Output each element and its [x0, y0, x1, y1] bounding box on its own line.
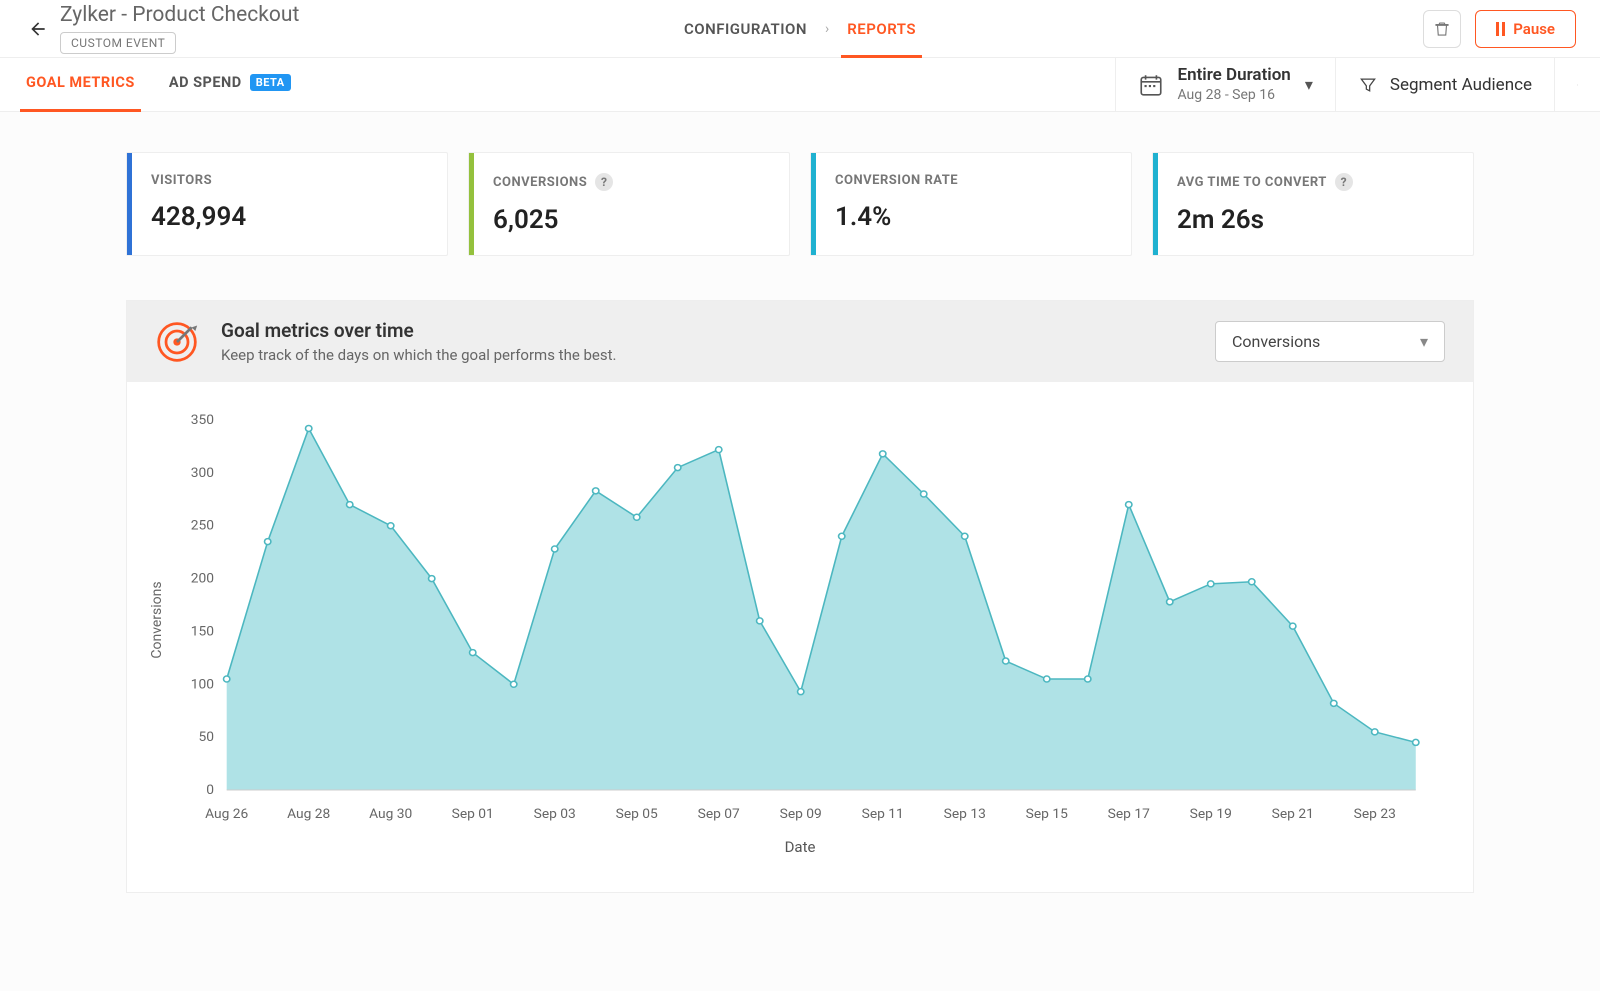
chart-subtitle: Keep track of the days on which the goal… [221, 346, 617, 364]
svg-text:Sep 09: Sep 09 [780, 807, 822, 822]
date-range-picker[interactable]: Entire Duration Aug 28 - Sep 16 ▾ [1115, 58, 1335, 111]
svg-text:150: 150 [191, 625, 214, 640]
kpi-conversions-value: 6,025 [493, 205, 765, 235]
page-title: Zylker - Product Checkout [60, 3, 299, 28]
tab-reports[interactable]: REPORTS [841, 0, 922, 57]
help-icon[interactable]: ? [595, 173, 613, 191]
svg-text:Aug 28: Aug 28 [287, 807, 330, 822]
subheader-right: Entire Duration Aug 28 - Sep 16 ▾ Segmen… [1115, 58, 1600, 111]
subtab-ad-spend-label: AD SPEND [169, 74, 242, 91]
svg-text:Sep 21: Sep 21 [1272, 807, 1314, 822]
back-arrow-button[interactable] [24, 15, 52, 43]
subtabs: GOAL METRICS AD SPEND BETA [0, 58, 323, 111]
date-text: Entire Duration Aug 28 - Sep 16 [1178, 65, 1291, 104]
caret-down-icon: ▾ [1420, 332, 1428, 351]
chart-header: Goal metrics over time Keep track of the… [127, 301, 1473, 382]
target-icon [155, 320, 199, 364]
chart-area: Conversions 050100150200250300350Aug 26A… [163, 410, 1437, 830]
kpi-avgtime-value: 2m 26s [1177, 205, 1449, 235]
subtab-goal-metrics[interactable]: GOAL METRICS [24, 58, 137, 111]
kpi-avgtime-label: AVG TIME TO CONVERT [1177, 175, 1327, 190]
kpi-conversion-rate: CONVERSION RATE 1.4% [810, 152, 1132, 256]
kpi-rate-value: 1.4% [835, 202, 1107, 232]
kpi-visitors-label: VISITORS [151, 173, 212, 188]
svg-text:Sep 03: Sep 03 [534, 807, 576, 822]
svg-text:50: 50 [198, 730, 214, 745]
date-range: Aug 28 - Sep 16 [1178, 87, 1291, 104]
trash-icon [1433, 20, 1451, 38]
svg-text:Sep 13: Sep 13 [944, 807, 986, 822]
content: VISITORS 428,994 CONVERSIONS? 6,025 CONV… [0, 112, 1600, 991]
svg-text:Sep 23: Sep 23 [1354, 807, 1396, 822]
svg-text:Aug 26: Aug 26 [205, 807, 248, 822]
kpi-conversions: CONVERSIONS? 6,025 [468, 152, 790, 256]
svg-text:Sep 19: Sep 19 [1190, 807, 1232, 822]
chart-panel: Goal metrics over time Keep track of the… [126, 300, 1474, 893]
svg-text:0: 0 [206, 783, 214, 798]
segment-audience-label: Segment Audience [1390, 75, 1532, 95]
caret-down-icon: ▾ [1305, 75, 1313, 94]
svg-text:300: 300 [191, 466, 214, 481]
kpi-conversions-label: CONVERSIONS [493, 175, 587, 190]
refresh-icon [1577, 74, 1578, 96]
pause-label: Pause [1513, 20, 1555, 38]
segment-audience-button[interactable]: Segment Audience [1335, 58, 1554, 111]
subtab-ad-spend[interactable]: AD SPEND BETA [167, 58, 293, 111]
metric-select-value: Conversions [1232, 332, 1320, 351]
kpi-avg-time: AVG TIME TO CONVERT? 2m 26s [1152, 152, 1474, 256]
refresh-button[interactable] [1554, 58, 1600, 111]
kpi-row: VISITORS 428,994 CONVERSIONS? 6,025 CONV… [126, 152, 1474, 256]
kpi-visitors: VISITORS 428,994 [126, 152, 448, 256]
area-chart-svg: 0 50 100 150 200 250 300 350 Aug 26 Aug 28 Aug 30 S… [163, 410, 1437, 830]
svg-text:Sep 11: Sep 11 [862, 807, 904, 822]
date-title: Entire Duration [1178, 65, 1291, 85]
svg-text:Sep 17: Sep 17 [1108, 807, 1150, 822]
custom-event-badge: CUSTOM EVENT [60, 32, 176, 54]
beta-badge: BETA [250, 74, 291, 91]
header-tabs: CONFIGURATION › REPORTS [678, 0, 922, 57]
svg-text:Aug 30: Aug 30 [369, 807, 412, 822]
svg-text:Sep 15: Sep 15 [1026, 807, 1068, 822]
chevron-right-icon: › [825, 21, 829, 37]
x-axis-label: Date [163, 838, 1437, 856]
svg-text:350: 350 [191, 413, 214, 428]
chart-header-text: Goal metrics over time Keep track of the… [221, 319, 617, 364]
metric-select[interactable]: Conversions ▾ [1215, 321, 1445, 362]
chart-title: Goal metrics over time [221, 319, 617, 342]
tab-configuration[interactable]: CONFIGURATION [678, 0, 813, 57]
pause-icon [1496, 22, 1505, 36]
subheader: GOAL METRICS AD SPEND BETA Entire Durati… [0, 58, 1600, 112]
svg-text:200: 200 [191, 572, 214, 587]
svg-text:Sep 01: Sep 01 [452, 807, 494, 822]
header-actions: Pause [1423, 10, 1576, 48]
chart-body: Conversions 0 50 100 150 200 250 300 350 Aug 26 A… [127, 382, 1473, 892]
delete-button[interactable] [1423, 10, 1461, 48]
arrow-left-icon [28, 19, 48, 39]
app-header: Zylker - Product Checkout CUSTOM EVENT C… [0, 0, 1600, 58]
filter-icon [1358, 75, 1378, 95]
svg-text:Sep 05: Sep 05 [616, 807, 658, 822]
svg-text:100: 100 [191, 678, 214, 693]
y-axis-label: Conversions [149, 581, 165, 658]
svg-text:Sep 07: Sep 07 [698, 807, 740, 822]
calendar-icon [1138, 72, 1164, 98]
kpi-visitors-value: 428,994 [151, 202, 423, 232]
pause-button[interactable]: Pause [1475, 10, 1576, 48]
help-icon[interactable]: ? [1335, 173, 1353, 191]
svg-text:250: 250 [191, 519, 214, 534]
kpi-rate-label: CONVERSION RATE [835, 173, 958, 188]
title-block: Zylker - Product Checkout CUSTOM EVENT [60, 3, 299, 54]
